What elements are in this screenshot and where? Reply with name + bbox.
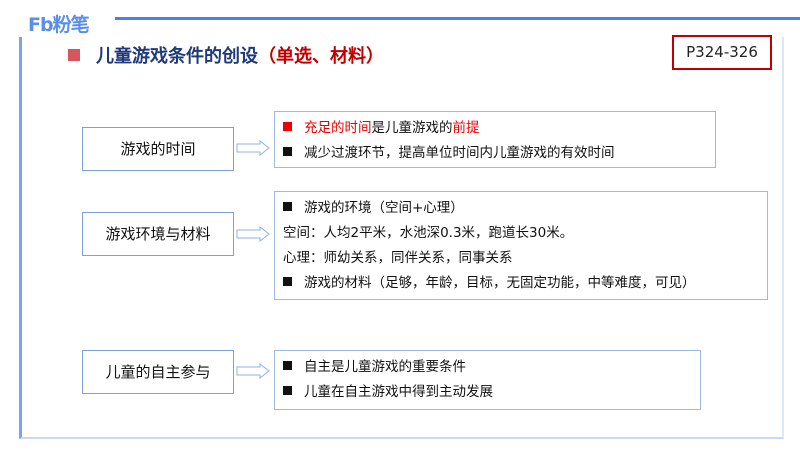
title-note: （单选、材料） (258, 46, 384, 67)
arrow-right-icon (236, 226, 270, 242)
page-reference: P324-326 (672, 35, 772, 70)
label-box-autonomy: 儿童的自主参与 (82, 350, 234, 394)
title-main: 儿童游戏条件的创设 (96, 46, 258, 67)
text: 是儿童游戏的 (371, 120, 453, 136)
text: 自主是儿童游戏的重要条件 (304, 359, 466, 375)
list-item: 心理：师幼关系，同伴关系，同事关系 (283, 246, 759, 271)
label-box-environment: 游戏环境与材料 (82, 212, 234, 256)
square-bullet-icon (283, 386, 292, 395)
list-item: 儿童在自主游戏中得到主动发展 (283, 380, 692, 405)
text: 游戏的材料（足够，年龄，目标，无固定功能，中等难度，可见） (304, 275, 696, 291)
arrow-right-icon (236, 140, 270, 156)
highlight-text: 前提 (452, 120, 480, 136)
list-item: 游戏的环境（空间+心理） (283, 196, 759, 221)
list-item: 充足的时间是儿童游戏的前提 (283, 116, 707, 141)
list-item: 减少过渡环节，提高单位时间内儿童游戏的有效时间 (283, 141, 707, 166)
highlight-text: 充足的时间 (304, 120, 372, 136)
square-bullet-icon (283, 147, 292, 156)
fenbi-logo: Fb粉笔 (28, 14, 90, 36)
square-bullet-icon (283, 277, 292, 286)
square-bullet-icon (283, 361, 292, 370)
list-item: 自主是儿童游戏的重要条件 (283, 355, 692, 380)
text: 游戏的环境（空间+心理） (304, 200, 464, 216)
list-item: 游戏的材料（足够，年龄，目标，无固定功能，中等难度，可见） (283, 271, 759, 296)
header-line (115, 17, 800, 20)
text: 心理：师幼关系，同伴关系，同事关系 (283, 250, 513, 266)
text: 空间：人均2平米，水池深0.3米，跑道长30米。 (283, 225, 574, 241)
square-bullet-icon (68, 49, 80, 61)
square-bullet-icon (283, 202, 292, 211)
text: 减少过渡环节，提高单位时间内儿童游戏的有效时间 (304, 145, 615, 161)
square-bullet-icon (283, 122, 292, 131)
text: 儿童在自主游戏中得到主动发展 (304, 384, 493, 400)
content-box-time: 充足的时间是儿童游戏的前提 减少过渡环节，提高单位时间内儿童游戏的有效时间 (274, 111, 716, 168)
slide-title: 儿童游戏条件的创设（单选、材料） (68, 42, 384, 68)
list-item: 空间：人均2平米，水池深0.3米，跑道长30米。 (283, 221, 759, 246)
label-box-time: 游戏的时间 (82, 127, 234, 171)
content-box-autonomy: 自主是儿童游戏的重要条件 儿童在自主游戏中得到主动发展 (274, 350, 701, 410)
content-box-environment: 游戏的环境（空间+心理） 空间：人均2平米，水池深0.3米，跑道长30米。 心理… (274, 191, 768, 300)
arrow-right-icon (236, 363, 270, 379)
